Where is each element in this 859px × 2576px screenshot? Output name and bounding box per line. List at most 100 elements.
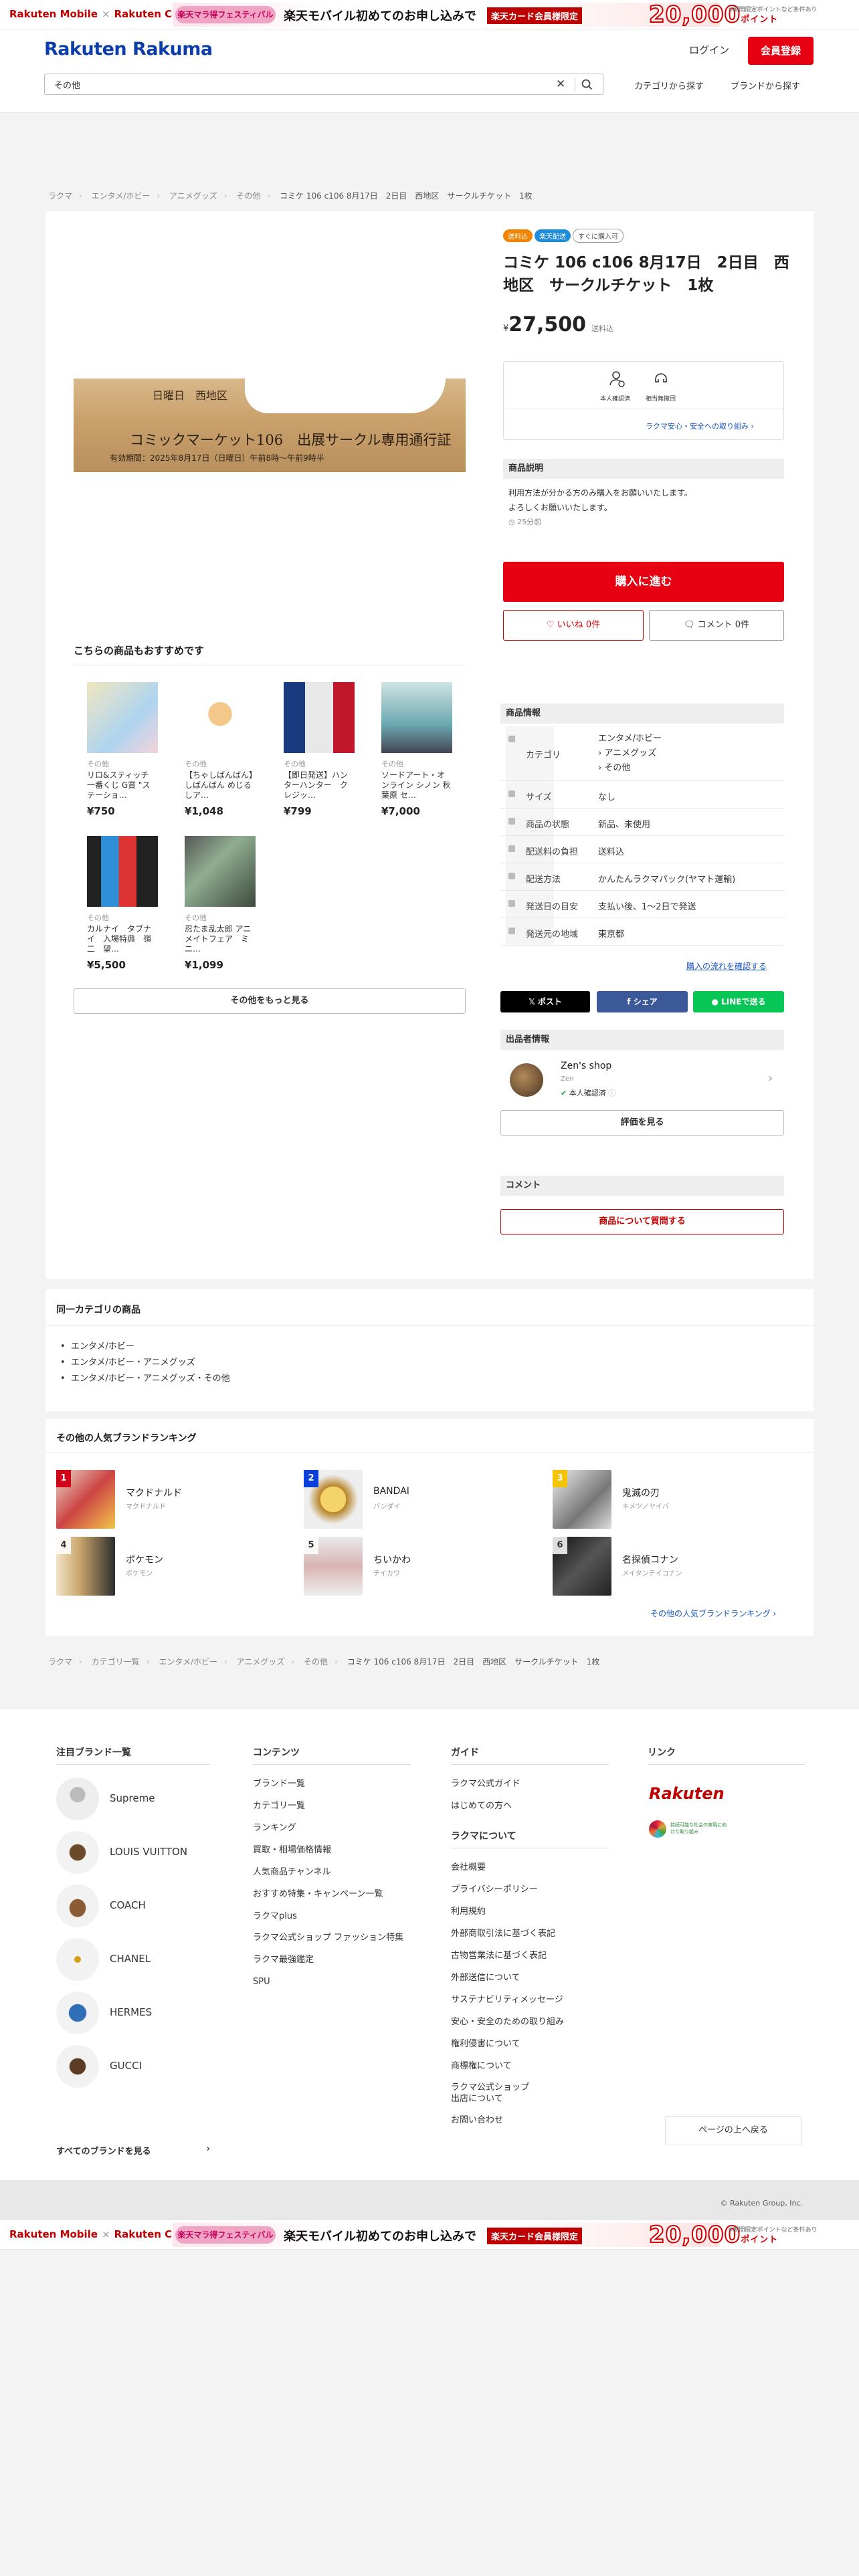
footer-brands: 注目ブランド一覧 Supreme LOUIS VUITTON COACH CHA… [56,1745,210,2157]
info-row-category: カテゴリ エンタメ/ホビー › アニメグッズ › その他 [500,726,784,781]
id-check-icon [609,371,625,387]
signup-button[interactable]: 会員登録 [748,37,814,65]
assurance-box: 本人確認済 相当無撤回 ラクマ安心・安全への取り組み › [503,361,784,440]
site-logo[interactable]: Rakuten Rakuma [44,39,213,60]
ranking-item[interactable]: 4 ポケモン ポケモン [56,1537,305,1596]
line-icon: ● [711,997,719,1006]
product-card: 日曜日 西地区 コミックマーケット106 出展サークル専用通行証 有効期間：20… [45,211,814,1279]
purchase-flow-link[interactable]: 購入の流れを確認する [686,960,767,972]
seller-name: Zen's shop [561,1061,612,1071]
seller-card[interactable]: Zen's shop Zen ✔ 本人確認済 ⓘ › [500,1054,784,1102]
see-more-button[interactable]: その他をもっと見る [74,988,466,1014]
chevron-right-icon: › [206,2144,210,2154]
badge-shipping: 送料込 [503,229,533,242]
x-icon: 𝕏 [529,997,535,1006]
facebook-icon: f [627,997,631,1006]
info-row-ship-from: 発送元の地域 東京都 [500,918,784,946]
seller-section: 出品者情報 [500,1030,784,1050]
item-image [284,682,355,753]
product-image[interactable]: 日曜日 西地区 コミックマーケット106 出展サークル専用通行証 有効期間：20… [74,379,466,472]
category-search-link[interactable]: カテゴリから探す [634,79,704,92]
badge-rakuten-delivery: 楽天配送 [535,229,571,242]
comment-button[interactable]: 🗨 コメント 0件 [649,610,784,641]
review-button[interactable]: 評価を見る [500,1110,784,1136]
category-link[interactable]: • エンタメ/ホビー・アニメグッズ [60,1355,230,1371]
shield-icon [655,373,667,383]
ranking-item[interactable]: 1 マクドナルド マクドナルド [56,1470,305,1529]
all-brands-link[interactable]: すべてのブランドを見る › [56,2144,210,2157]
info-row-ship-days: 発送日の目安 支払い後、1〜2日で発送 [500,891,784,918]
item-image [185,836,256,907]
buy-button[interactable]: 購入に進む [503,562,784,602]
promo-banner[interactable]: Rakuten Mobile × Rakuten Card 楽天マラ得フェスティバル… [0,0,859,29]
info-row-shipping-method: 配送方法 かんたんラクマパック(ヤマト運輸) [500,863,784,891]
search-icon[interactable] [580,78,595,92]
posted-time: ◷ 25分前 [508,518,542,526]
x-share-button[interactable]: 𝕏 ポスト [500,991,590,1012]
breadcrumb-item[interactable]: ラクマ [48,191,72,201]
site-footer: 注目ブランド一覧 Supreme LOUIS VUITTON COACH CHA… [0,1709,859,2180]
promo-note: ※期間限定ポイントなど条件あり [728,7,818,13]
brand-search-link[interactable]: ブランドから探す [731,79,800,92]
ranking-item[interactable]: 6 名探偵コナン メイタンテイコナン [553,1537,801,1596]
search-input[interactable] [45,74,553,94]
comments-section: コメント [500,1176,784,1196]
breadcrumb: ラクマ › エンタメ/ホビー › アニメグッズ › その他 › コミケ 106 c106… [48,191,533,201]
login-link[interactable]: ログイン [689,43,729,57]
breadcrumb-bottom: ラクマ › カテゴリ一覧 › エンタメ/ホビー › アニメグッズ › その他 › コミケ … [48,1657,600,1667]
rakuten-logo[interactable]: Rakuten [649,1784,725,1803]
avatar [510,1063,543,1097]
site-header: Rakuten Rakuma ログイン 会員登録 ✕ カテゴリから探す ブランド… [0,29,859,113]
sdgs-banner[interactable]: 持続可能な社会の実現に向けた取り組み [649,1819,727,1842]
footer-contents: コンテンツ ブランド一覧 カテゴリ一覧 ランキング 買取・相場価格情報 人気商品… [253,1745,411,1993]
ranking-item[interactable]: 2 BANDAI バンダイ [304,1470,553,1529]
footer-links: リンク Rakuten 持続可能な社会の実現に向けた取り組み [648,1745,805,1838]
heart-icon: ♡ [546,620,555,630]
breadcrumb-item[interactable]: その他 [236,191,260,201]
info-row-shipping-fee: 配送料の負担 送料込 [500,836,784,863]
category-link[interactable]: • エンタメ/ホビー [60,1339,230,1355]
clock-icon: ◷ [508,518,515,526]
clear-icon[interactable]: ✕ [556,78,565,91]
redaction-mark [245,379,446,413]
product-title: コミケ 106 c106 8月17日 2日目 西地区 サークルチケット 1枚 [503,254,789,294]
category-list: • エンタメ/ホビー • エンタメ/ホビー・アニメグッズ • エンタメ/ホビー・… [60,1339,230,1387]
ranking-item[interactable]: 3 鬼滅の刃 キメツノヤイバ [553,1470,801,1529]
item-image [87,836,158,907]
info-row-size: サイズ なし [500,781,784,809]
breadcrumb-current: コミケ 106 c106 8月17日 2日目 西地区 サークルチケット 1枚 [280,191,533,201]
product-info-section: 商品情報 [500,704,784,724]
category-link[interactable]: • エンタメ/ホビー・アニメグッズ・その他 [60,1371,230,1387]
item-image [381,682,452,753]
badge-row: 送料込 楽天配送 すぐに購入可 [503,229,626,243]
line-share-button[interactable]: ● LINEで送る [693,991,784,1012]
chevron-right-icon: › [768,1071,773,1085]
description-text: 利用方法が分かる方のみ購入をお願いいたします。 よろしくお願いいたします。 [508,488,692,512]
safety-link[interactable]: ラクマ安心・安全への取り組み › [646,421,754,431]
facebook-share-button[interactable]: f シェア [597,991,688,1012]
promo-message: 楽天モバイル初めてのお申し込みで [284,9,476,23]
promo-banner-bottom[interactable]: Rakuten Mobile × Rakuten Card 楽天マラ得フェスティバル… [0,2220,859,2250]
footer-guide: ガイド ラクマ公式ガイド はじめての方へ ラクマについて 会社概要 プライバシー… [451,1745,609,2131]
ranking-item[interactable]: 5 ちいかわ チイカワ [304,1537,553,1596]
ranking-more-link[interactable]: その他の人気ブランドランキング › [650,1608,776,1619]
like-button[interactable]: ♡ いいね 0件 [503,610,644,641]
item-image [87,682,158,753]
speech-icon: 🗨 [683,620,695,630]
brand-ranking-section: その他の人気ブランドランキング 1 マクドナルド マクドナルド 2 BANDAI バ… [45,1419,814,1636]
badge-instant: すぐに購入可 [573,229,624,243]
breadcrumb-item[interactable]: エンタメ/ホビー [92,191,151,201]
breadcrumb-item[interactable]: アニメグッズ [169,191,217,201]
promo-brand-logos: Rakuten Mobile × Rakuten Card [9,8,191,20]
price: 27,500 [508,313,587,336]
verified-badge: ✔ 本人確認済 ⓘ [561,1089,616,1097]
recommend-title: こちらの商品もおすすめです [74,645,205,657]
back-to-top-button[interactable]: ページの上へ戻る [665,2116,801,2145]
promo-card-tag: 楽天カード会員様限定 [487,7,583,24]
verified-icon: ✔ [561,1089,567,1097]
price-block: ¥27,500 送料込 [503,313,614,336]
promo-festival: 楽天マラ得フェスティバル [175,6,276,23]
ask-question-button[interactable]: 商品について質問する [500,1209,784,1235]
info-table: カテゴリ エンタメ/ホビー › アニメグッズ › その他 サイズ なし 商品の状態 新品… [500,726,784,980]
item-image [185,682,256,753]
